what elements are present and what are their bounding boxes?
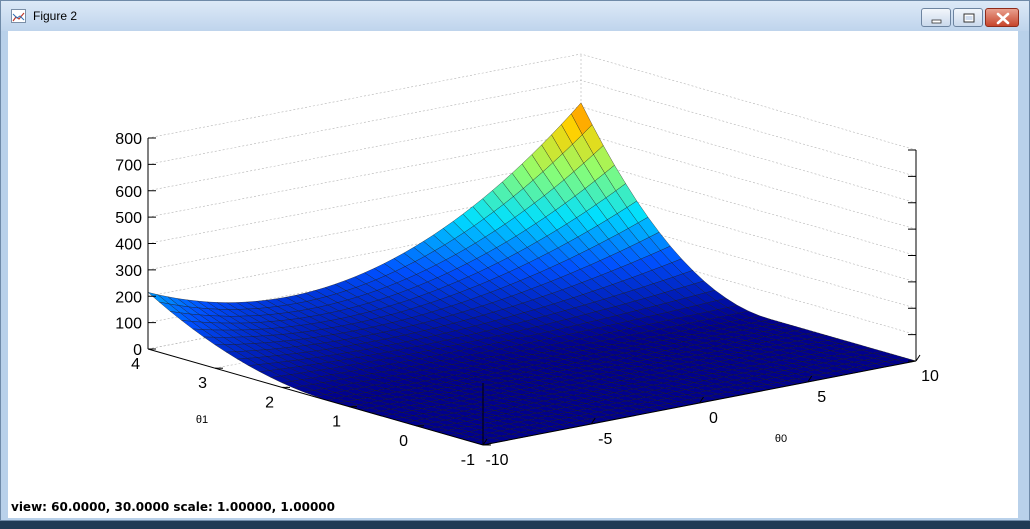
figure-app-icon bbox=[11, 9, 26, 23]
close-icon bbox=[996, 12, 1010, 25]
y-tick-label-5: 4 bbox=[131, 356, 140, 373]
z-tick-label-4: 400 bbox=[115, 237, 142, 254]
figure-window: Figure 2 0 100 200 300 400 500 600 700 800 -10 -5 0… bbox=[0, 0, 1030, 521]
y-tick-label-1: 0 bbox=[399, 433, 408, 450]
y-tick-label-4: 3 bbox=[198, 375, 207, 392]
surface-plot[interactable]: 0100200300400500600700800-10-50510-10123… bbox=[8, 31, 1018, 496]
close-button[interactable] bbox=[985, 8, 1019, 27]
z-tick-label-2: 200 bbox=[115, 289, 142, 306]
z-tick-label-8: 800 bbox=[115, 131, 142, 148]
maximize-button[interactable] bbox=[953, 8, 983, 27]
y-tick-label-3: 2 bbox=[265, 394, 274, 411]
x-tick-label-2: 0 bbox=[709, 410, 718, 427]
minimize-button[interactable] bbox=[921, 8, 951, 27]
window-title: Figure 2 bbox=[33, 9, 78, 23]
minimize-icon bbox=[931, 19, 942, 24]
x-tick-label-3: 5 bbox=[817, 389, 826, 406]
view-status-text: view: 60.0000, 30.0000 scale: 1.00000, 1… bbox=[11, 500, 335, 514]
y-tick-label-0: -1 bbox=[461, 452, 475, 469]
x-tick-label-0: -10 bbox=[485, 452, 508, 469]
title-bar[interactable]: Figure 2 bbox=[1, 1, 1029, 31]
x-tick-label-4: 10 bbox=[921, 368, 939, 385]
grid-z-line-8 bbox=[147, 53, 917, 151]
maximize-icon bbox=[963, 13, 975, 23]
z-tick-label-7: 700 bbox=[115, 157, 142, 174]
figure-canvas-area: 0 100 200 300 400 500 600 700 800 -10 -5 0 5 10 -1 0 1 2 3… bbox=[8, 31, 1018, 518]
x-tick-label-1: -5 bbox=[598, 431, 612, 448]
y-axis-label: θ1 bbox=[196, 414, 208, 426]
x-tick-4 bbox=[915, 354, 921, 362]
x-axis-label: θ0 bbox=[775, 433, 787, 445]
z-tick-label-5: 500 bbox=[115, 210, 142, 227]
z-tick-label-6: 600 bbox=[115, 184, 142, 201]
z-tick-label-1: 100 bbox=[115, 316, 142, 333]
z-tick-label-3: 300 bbox=[115, 263, 142, 280]
y-tick-label-2: 1 bbox=[332, 414, 341, 431]
